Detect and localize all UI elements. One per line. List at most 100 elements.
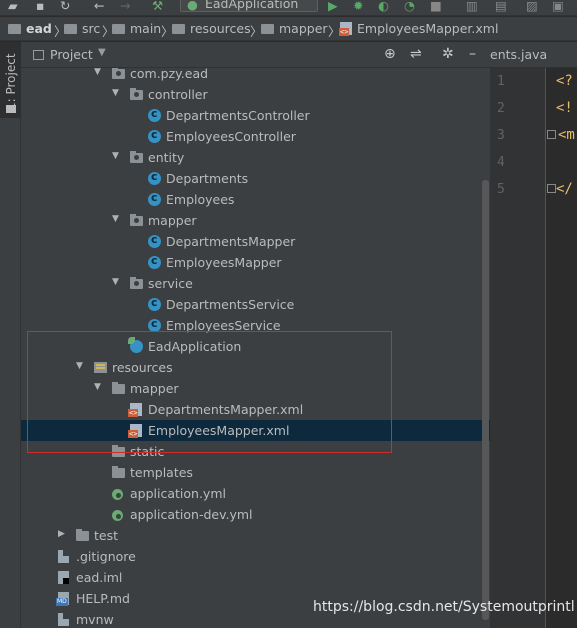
collapse-arrow-icon[interactable]: ▶ bbox=[58, 529, 65, 539]
tree-item[interactable]: application-dev.yml bbox=[21, 504, 490, 525]
expand-arrow-icon[interactable]: ▼ bbox=[112, 277, 119, 287]
debug-icon[interactable]: ✹ bbox=[353, 0, 367, 13]
tree-item[interactable]: ▼ entity bbox=[21, 147, 490, 168]
tree-item[interactable]: DepartmentsController bbox=[21, 105, 490, 126]
tree-item-label: static bbox=[130, 444, 165, 459]
tree-item-label: DepartmentsMapper bbox=[166, 234, 296, 249]
class-icon bbox=[148, 128, 161, 143]
tree-item-label: mapper bbox=[130, 381, 179, 396]
build-hammer-icon[interactable]: ⚒ bbox=[152, 0, 166, 13]
tree-item-label: Departments bbox=[166, 171, 249, 186]
tree-item[interactable]: .gitignore bbox=[21, 546, 490, 567]
chevron-down-icon[interactable]: ▼ bbox=[98, 47, 106, 58]
project-panel-header: Project ▼ ⊕ ⇌ ✲ – bbox=[21, 42, 490, 68]
folder-icon bbox=[76, 529, 89, 541]
back-arrow-icon[interactable]: ← bbox=[94, 0, 108, 13]
tree-item[interactable]: ▼ service bbox=[21, 273, 490, 294]
tree-item[interactable]: ▼ resources bbox=[21, 357, 490, 378]
open-folder-icon[interactable]: ▰ bbox=[8, 0, 22, 13]
breadcrumb-item-main[interactable]: main bbox=[112, 21, 161, 37]
expand-arrow-icon[interactable]: ▼ bbox=[112, 151, 119, 161]
tree-item[interactable]: EmployeesService bbox=[21, 315, 490, 336]
line-number: 1 bbox=[497, 74, 505, 89]
main-toolbar: ▰ ▪ ↻ ← → ⚒ ● EadApplication ▶ ✹ ◐ ◔ ■ ▥… bbox=[0, 0, 577, 16]
breadcrumb-item-src[interactable]: src bbox=[64, 21, 100, 37]
tree-item[interactable]: DepartmentsMapper.xml bbox=[21, 399, 490, 420]
forward-arrow-icon[interactable]: → bbox=[120, 0, 134, 13]
run-icon[interactable]: ▶ bbox=[328, 0, 342, 13]
folder-icon bbox=[112, 445, 125, 457]
coverage-icon[interactable]: ◐ bbox=[378, 0, 392, 13]
breadcrumb-item-ead[interactable]: ead bbox=[8, 21, 52, 37]
class-icon bbox=[148, 254, 161, 269]
folder-icon bbox=[112, 24, 125, 34]
tree-item-label: controller bbox=[148, 87, 208, 102]
editor-tab[interactable]: ents.java bbox=[490, 42, 577, 68]
vcs-icon[interactable]: ▥ bbox=[466, 0, 480, 13]
tree-item[interactable]: application.yml bbox=[21, 483, 490, 504]
tree-item-label: EmployeesMapper.xml bbox=[148, 423, 290, 438]
tree-item[interactable]: ead.iml bbox=[21, 567, 490, 588]
expand-arrow-icon[interactable]: ▼ bbox=[76, 361, 83, 371]
tree-item[interactable]: templates bbox=[21, 462, 490, 483]
gear-icon[interactable]: ✲ bbox=[442, 46, 454, 62]
save-icon[interactable]: ▪ bbox=[36, 0, 50, 13]
run-configuration-label: EadApplication bbox=[205, 0, 299, 11]
tree-item[interactable]: DepartmentsService bbox=[21, 294, 490, 315]
tree-scrollbar[interactable] bbox=[482, 180, 489, 620]
expand-arrow-icon[interactable]: ▼ bbox=[112, 214, 119, 224]
resources-folder-icon bbox=[94, 362, 107, 373]
breadcrumb-item-resources[interactable]: resources bbox=[172, 21, 251, 37]
tree-item[interactable]: ▶ test bbox=[21, 525, 490, 546]
fold-marker-icon[interactable] bbox=[547, 184, 556, 193]
expand-arrow-icon[interactable]: ▼ bbox=[94, 382, 101, 392]
tree-item[interactable]: ▼ com.pzy.ead bbox=[21, 68, 490, 84]
tree-item-label: templates bbox=[130, 465, 193, 480]
gitignore-file-icon bbox=[58, 550, 69, 563]
tree-item[interactable]: EmployeesController bbox=[21, 126, 490, 147]
tree-item[interactable]: EadApplication bbox=[21, 336, 490, 357]
tree-item-label: entity bbox=[148, 150, 185, 165]
fold-marker-icon[interactable] bbox=[547, 130, 556, 139]
profile-icon[interactable]: ◔ bbox=[404, 0, 418, 13]
tree-item[interactable]: ▼ mapper bbox=[21, 210, 490, 231]
settings-icon[interactable]: ▣ bbox=[552, 0, 566, 13]
locate-file-icon[interactable]: ⊕ bbox=[384, 46, 396, 62]
tree-item[interactable]: static bbox=[21, 441, 490, 462]
tree-item[interactable]: EmployeesMapper.xml bbox=[21, 420, 490, 441]
tree-item[interactable]: Employees bbox=[21, 189, 490, 210]
structure-icon[interactable]: ▤ bbox=[495, 0, 509, 13]
xml-file-icon bbox=[128, 403, 142, 417]
code-line: <! bbox=[556, 100, 573, 116]
tree-item[interactable]: EmployeesMapper bbox=[21, 252, 490, 273]
sync-icon[interactable]: ↻ bbox=[60, 0, 74, 13]
file-icon bbox=[58, 613, 69, 626]
tree-item-label: resources bbox=[112, 360, 173, 375]
search-icon[interactable]: ▨ bbox=[526, 0, 540, 13]
project-tool-window-tab[interactable]: 1: Project bbox=[0, 42, 21, 118]
project-view-icon bbox=[33, 50, 44, 60]
project-panel-title[interactable]: Project bbox=[50, 47, 93, 62]
stop-icon[interactable]: ■ bbox=[430, 0, 444, 13]
folder-icon bbox=[112, 466, 125, 478]
class-icon bbox=[148, 317, 161, 332]
package-folder-icon bbox=[130, 214, 143, 226]
line-number: 3 bbox=[497, 128, 505, 143]
expand-arrow-icon[interactable]: ▼ bbox=[94, 68, 101, 77]
tree-item[interactable]: DepartmentsMapper bbox=[21, 231, 490, 252]
tree-item[interactable]: ▼ mapper bbox=[21, 378, 490, 399]
breadcrumb-item-mapper[interactable]: mapper bbox=[261, 21, 328, 37]
tree-item[interactable]: Departments bbox=[21, 168, 490, 189]
class-icon bbox=[148, 296, 161, 311]
code-editor[interactable]: <? <! <m </ bbox=[546, 68, 577, 628]
yml-config-icon bbox=[112, 489, 123, 500]
folder-icon bbox=[64, 24, 77, 34]
breadcrumb-item-file[interactable]: EmployeesMapper.xml bbox=[339, 21, 498, 37]
tree-item-label: EmployeesService bbox=[166, 318, 281, 333]
collapse-all-icon[interactable]: ⇌ bbox=[410, 46, 422, 62]
package-folder-icon bbox=[130, 277, 143, 289]
tree-item[interactable]: ▼ controller bbox=[21, 84, 490, 105]
hide-panel-icon[interactable]: – bbox=[469, 46, 476, 62]
run-configuration-select[interactable]: ● EadApplication bbox=[180, 0, 318, 12]
expand-arrow-icon[interactable]: ▼ bbox=[112, 88, 119, 98]
